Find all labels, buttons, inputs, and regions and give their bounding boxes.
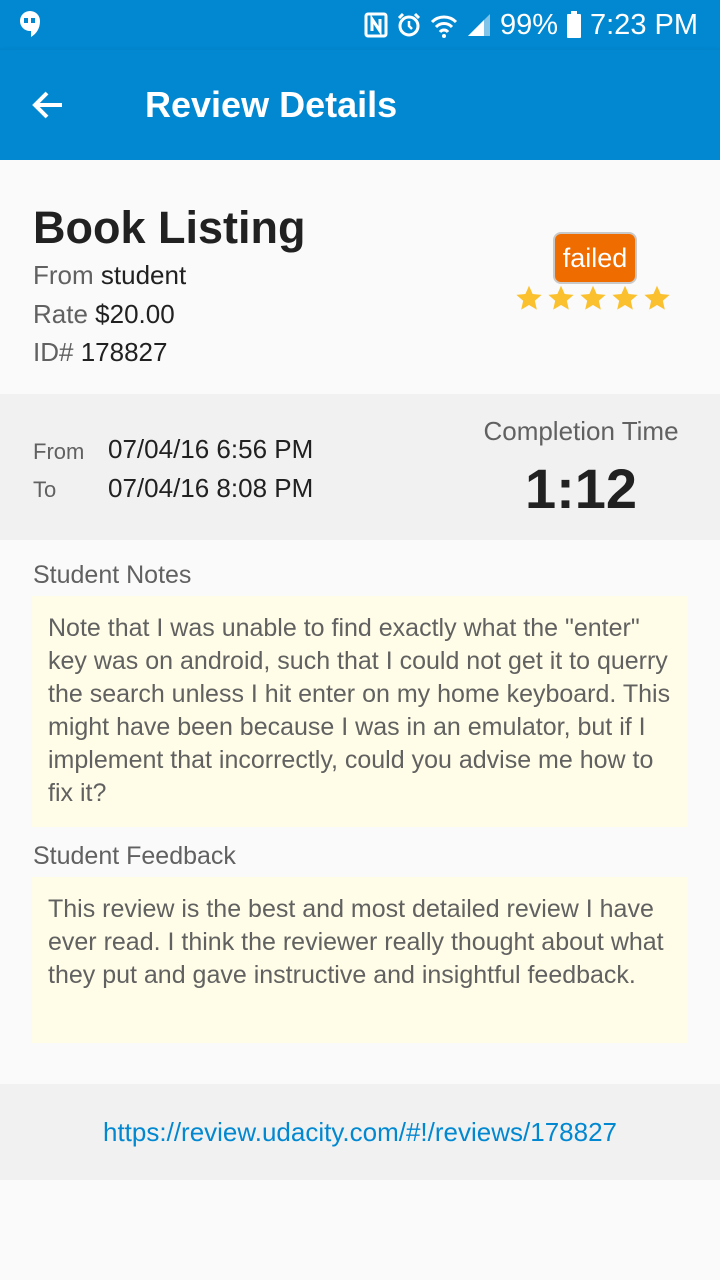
status-badge: failed [553,232,637,284]
student-feedback-label: Student Feedback [33,842,236,870]
hangouts-icon [18,10,42,43]
page-title: Review Details [145,84,398,125]
alarm-icon [396,12,422,38]
id-label: ID# [33,337,74,367]
start-time-value: 07/04/16 6:56 PM [108,434,314,464]
time-section: From 07/04/16 6:56 PM To 07/04/16 8:08 P… [0,394,720,540]
arrow-back-icon [32,91,62,119]
id-value: 178827 [80,337,168,367]
star-icon [516,285,542,310]
status-bar: 99% 7:23 PM [0,0,720,50]
end-time-label: To [33,477,57,502]
app-bar: Review Details [0,50,720,160]
completion-time-value: 1:12 [524,457,638,520]
rate-value: $20.00 [95,299,175,329]
start-time-label: From [33,439,85,464]
star-icon [548,285,574,310]
clock: 7:23 PM [590,8,698,41]
from-label: From [33,260,94,290]
battery-percent: 99% [499,8,558,41]
from-row: From student [33,260,186,291]
from-value: student [100,260,187,290]
review-header: Book Listing From student Rate $20.00 ID… [0,160,720,394]
wifi-icon [430,12,458,38]
rate-label: Rate [33,299,88,329]
back-button[interactable] [26,83,70,127]
completion-time-label: Completion Time [483,416,679,446]
id-row: ID# 178827 [33,337,167,368]
link-section: https://review.udacity.com/#!/reviews/17… [0,1084,720,1180]
end-time-value: 07/04/16 8:08 PM [108,473,314,503]
rate-row: Rate $20.00 [33,299,175,330]
project-title: Book Listing [33,202,306,253]
student-feedback-text: This review is the best and most detaile… [32,877,688,1043]
star-icon [580,285,606,310]
signal-icon [466,12,492,38]
student-notes-text: Note that I was unable to find exactly w… [32,596,688,827]
student-notes-label: Student Notes [33,561,192,589]
battery-icon [566,11,582,39]
star-icon [612,285,638,310]
nfc-icon [364,12,388,38]
star-rating [515,284,671,312]
review-link[interactable]: https://review.udacity.com/#!/reviews/17… [0,1117,720,1148]
star-icon [644,285,670,310]
